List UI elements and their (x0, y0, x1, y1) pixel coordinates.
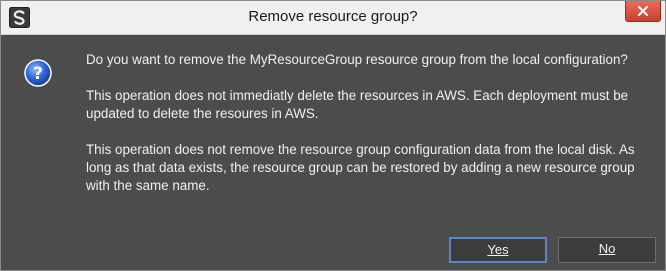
dialog-title: Remove resource group? (248, 8, 418, 25)
no-button-label: No (598, 241, 616, 256)
title-bar[interactable]: Remove resource group? (1, 1, 665, 35)
dialog-content: ? Do you want to remove the MyResourceGr… (1, 35, 665, 270)
question-icon: ? (24, 59, 52, 87)
message-text: Do you want to remove the MyResourceGrou… (86, 51, 662, 213)
dialog-window: Remove resource group? ? Do you want to … (0, 0, 666, 271)
no-button[interactable]: No (558, 237, 656, 263)
yes-button-label: Yes (487, 242, 509, 257)
message-paragraph-1: Do you want to remove the MyResourceGrou… (86, 52, 628, 67)
message-paragraph-3: This operation does not remove the resou… (86, 142, 635, 193)
close-icon (638, 6, 648, 16)
svg-text:?: ? (33, 64, 43, 84)
message-paragraph-2: This operation does not immediatly delet… (86, 88, 629, 121)
close-button[interactable] (625, 1, 661, 22)
yes-button[interactable]: Yes (449, 237, 547, 263)
